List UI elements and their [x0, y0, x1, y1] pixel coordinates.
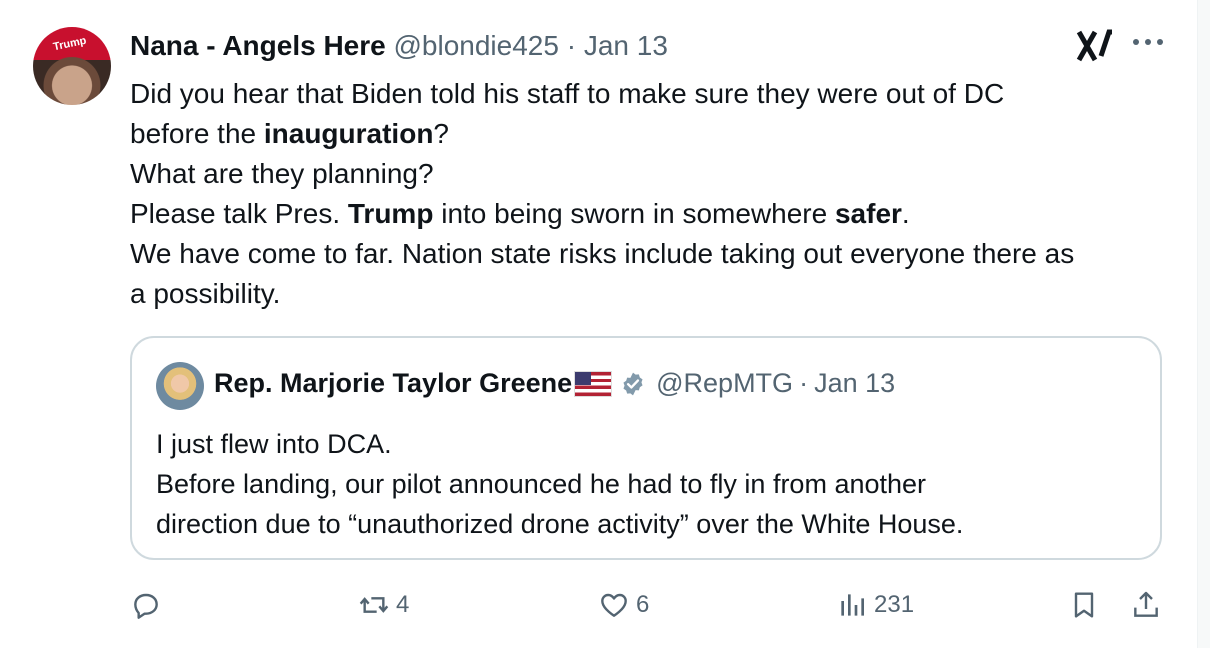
author-handle[interactable]: @blondie425 — [394, 30, 559, 61]
tweet-text-segment: ? — [433, 118, 449, 149]
tweet-text-segment: Please talk Pres. — [130, 198, 348, 229]
quote-line: I just flew into DCA. — [156, 429, 392, 459]
share-icon — [1134, 591, 1158, 617]
quote-line: Before landing, our pilot announced he h… — [156, 469, 927, 499]
avatar-cap-text: Trump — [52, 34, 88, 54]
quote-handle[interactable]: @RepMTG — [656, 368, 793, 399]
tweet-line: Did you hear that Biden told his staff t… — [130, 74, 1180, 114]
quote-header: Rep. Marjorie Taylor Greene @RepMTG · Ja… — [214, 368, 895, 399]
views-icon — [841, 594, 864, 616]
retweet-count: 4 — [396, 591, 410, 618]
quote-separator: · — [799, 368, 809, 398]
bookmark-button[interactable] — [1068, 582, 1100, 628]
share-button[interactable] — [1130, 582, 1162, 628]
tweet-text: Did you hear that Biden told his staff t… — [130, 74, 1180, 314]
quote-date[interactable]: Jan 13 — [814, 368, 895, 399]
quoted-tweet[interactable]: Rep. Marjorie Taylor Greene @RepMTG · Ja… — [130, 336, 1162, 560]
tweet-date[interactable]: Jan 13 — [584, 30, 668, 61]
tweet-text-segment: . — [901, 198, 910, 229]
tweet-text-segment: We have come to far. Nation state risks … — [130, 238, 1075, 269]
tweet-line: We have come to far. Nation state risks … — [130, 234, 1180, 274]
heart-icon — [601, 593, 627, 617]
window-edge — [1197, 0, 1210, 648]
us-flag-icon — [574, 370, 613, 397]
tweet-header: Nana - Angels Here @blondie425 · Jan 13 — [130, 30, 668, 62]
like-count: 6 — [636, 591, 650, 618]
tweet-text-bold: safer — [834, 198, 902, 229]
views-count: 231 — [874, 591, 915, 618]
tweet-text-bold: inauguration — [263, 118, 434, 149]
tweet-text-bold: Trump — [347, 198, 434, 229]
more-options-icon[interactable] — [1130, 24, 1166, 67]
reply-button[interactable] — [130, 582, 162, 628]
avatar[interactable]: Trump — [33, 27, 111, 105]
retweet-button[interactable]: 4 — [358, 582, 409, 628]
views-button[interactable]: 231 — [836, 582, 914, 628]
quote-line: direction due to “unauthorized drone act… — [156, 509, 964, 539]
quote-text: I just flew into DCA. Before landing, ou… — [156, 424, 963, 544]
separator: · — [566, 30, 577, 61]
tweet-line: before the inauguration? — [130, 114, 1180, 154]
author-name[interactable]: Nana - Angels Here — [130, 30, 386, 61]
tweet-text-segment: What are they planning? — [130, 158, 434, 189]
bookmark-icon — [1074, 592, 1094, 618]
tweet-text-segment: Did you hear that Biden told his staff t… — [130, 78, 1005, 109]
verified-badge-icon — [620, 371, 646, 397]
like-button[interactable]: 6 — [598, 582, 649, 628]
tweet-text-segment: into being sworn in somewhere — [433, 198, 835, 229]
tweet-line: What are they planning? — [130, 154, 1180, 194]
tweet-text-segment: before the — [130, 118, 264, 149]
action-bar: 4 6 231 — [0, 582, 1210, 632]
quote-author-name[interactable]: Rep. Marjorie Taylor Greene — [214, 368, 572, 399]
retweet-icon — [359, 597, 389, 613]
reply-icon — [134, 593, 158, 619]
tweet-text-segment: a possibility. — [130, 278, 281, 309]
grok-icon[interactable] — [1075, 28, 1115, 73]
quote-avatar[interactable] — [156, 362, 204, 410]
tweet-line: a possibility. — [130, 274, 1180, 314]
tweet-line: Please talk Pres. Trump into being sworn… — [130, 194, 1180, 234]
